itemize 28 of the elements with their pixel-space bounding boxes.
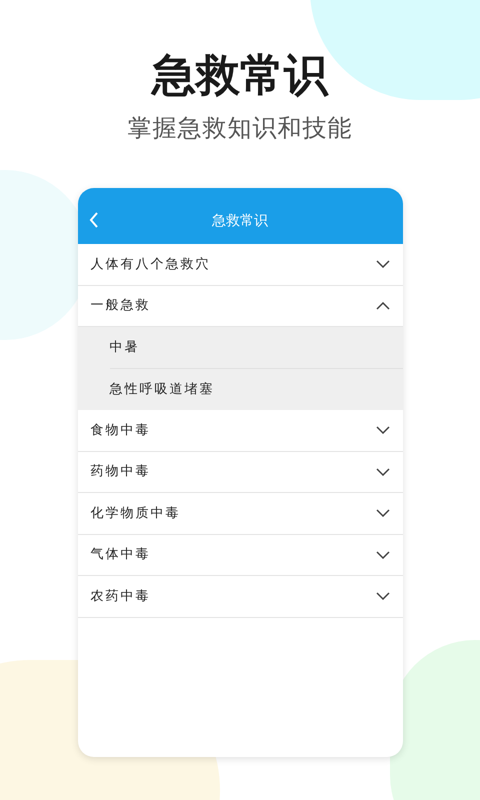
subtitle: 掌握急救知识和技能: [128, 113, 352, 144]
section-label: 化学物质中毒: [90, 504, 180, 522]
chevron-down-icon: [376, 426, 390, 434]
section-label: 一般急救: [90, 297, 150, 315]
section-header[interactable]: 气体中毒: [78, 534, 402, 576]
back-icon[interactable]: [88, 212, 98, 228]
sub-item[interactable]: 急性呼吸道堵塞: [78, 368, 402, 410]
sub-item[interactable]: 中暑: [78, 327, 402, 368]
section-label: 人体有八个急救穴: [90, 256, 210, 274]
chevron-down-icon: [376, 468, 390, 476]
section-header[interactable]: 化学物质中毒: [78, 493, 402, 534]
section-header[interactable]: 人体有八个急救穴: [78, 244, 402, 286]
section-header[interactable]: 食物中毒: [78, 410, 402, 452]
chevron-down-icon: [376, 260, 390, 268]
header-title: 急救常识: [212, 212, 268, 230]
section-label: 气体中毒: [90, 546, 150, 564]
chevron-up-icon: [376, 302, 390, 310]
section-header[interactable]: 药物中毒: [78, 452, 402, 493]
chevron-down-icon: [376, 592, 390, 600]
section-label: 农药中毒: [90, 588, 150, 606]
section-label: 药物中毒: [90, 463, 150, 481]
section-header[interactable]: 农药中毒: [78, 576, 402, 618]
sub-item-label: 急性呼吸道堵塞: [110, 380, 214, 398]
chevron-down-icon: [376, 509, 390, 518]
headline: 急救常识: [152, 50, 328, 102]
chevron-down-icon: [376, 550, 390, 559]
section-label: 食物中毒: [90, 422, 150, 440]
sub-item-label: 中暑: [110, 338, 140, 356]
